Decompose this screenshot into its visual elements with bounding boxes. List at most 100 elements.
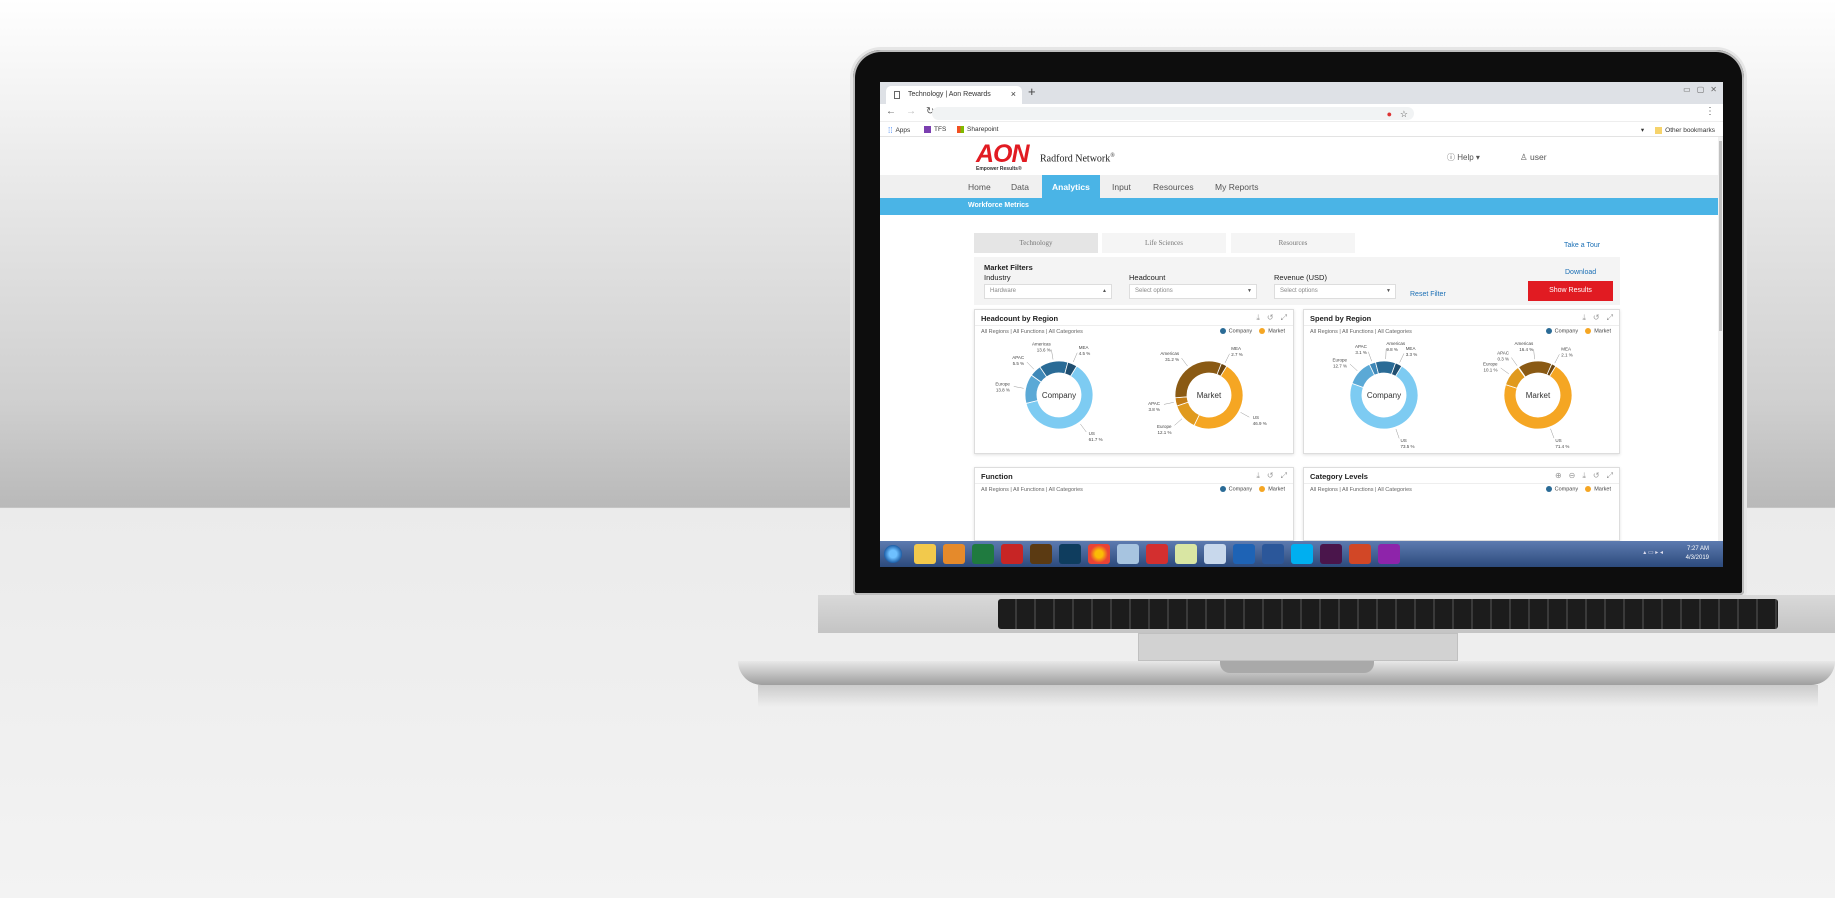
maximize-icon[interactable]: ▢ <box>1697 85 1705 94</box>
download-icon[interactable]: ⤓ <box>1256 471 1260 481</box>
new-tab-button[interactable]: + <box>1028 84 1036 99</box>
label-leader-line <box>1500 367 1509 375</box>
label-leader-line <box>1533 349 1535 360</box>
chart-legend: Company Market <box>1545 486 1611 492</box>
menu-icon[interactable]: ⋮ <box>1705 106 1715 117</box>
app-icon[interactable] <box>1175 544 1197 564</box>
legend-company[interactable]: Company <box>1219 486 1252 492</box>
expand-icon[interactable]: ⤢ <box>1607 471 1613 481</box>
revenue-select[interactable]: Select options ▼ <box>1274 284 1396 299</box>
tab-resources[interactable]: Resources <box>1231 233 1355 253</box>
bookmark-sharepoint[interactable]: Sharepoint <box>957 126 998 133</box>
data-label: 12.7 % <box>1333 363 1347 368</box>
data-label: APAC <box>1355 344 1368 349</box>
workforce-metrics-label[interactable]: Workforce Metrics <box>968 202 1029 209</box>
industry-label: Industry <box>984 273 1011 282</box>
chrome-icon[interactable] <box>1088 544 1110 564</box>
label-leader-line <box>1080 423 1087 433</box>
legend-market[interactable]: Market <box>1585 486 1611 492</box>
back-icon[interactable]: ← <box>886 106 896 117</box>
skype-icon[interactable] <box>1291 544 1313 564</box>
headcount-select[interactable]: Select options ▼ <box>1129 284 1257 299</box>
nav-my-reports[interactable]: My Reports <box>1215 182 1258 192</box>
illustrator-icon[interactable] <box>1030 544 1052 564</box>
start-button[interactable] <box>884 545 902 563</box>
label-leader-line <box>1026 361 1035 370</box>
data-label: Europe <box>995 382 1010 387</box>
label-leader-line <box>1073 352 1078 363</box>
industry-select[interactable]: Hardware ▲ <box>984 284 1112 299</box>
app-icon[interactable] <box>1146 544 1168 564</box>
close-window-icon[interactable]: ✕ <box>1710 85 1717 94</box>
data-label: US <box>1555 438 1561 443</box>
minimize-icon[interactable]: ▭ <box>1683 85 1691 94</box>
expand-icon[interactable]: ⤢ <box>1281 471 1287 481</box>
acrobat-icon[interactable] <box>1001 544 1023 564</box>
app-icon[interactable] <box>1204 544 1226 564</box>
nav-home[interactable]: Home <box>968 182 991 192</box>
label-leader-line <box>1163 402 1174 405</box>
app-icon[interactable] <box>972 544 994 564</box>
download-link[interactable]: Download <box>1565 269 1596 276</box>
data-label: Europe <box>1483 362 1498 367</box>
show-results-button[interactable]: Show Results <box>1528 281 1613 301</box>
system-tray[interactable]: ▴ ▭ ▸ ◂ <box>1643 549 1663 556</box>
address-bar-row: ← → ↻ ● ☆ ⋮ <box>880 104 1723 122</box>
forward-icon[interactable]: → <box>906 106 916 117</box>
undo-icon[interactable]: ↺ <box>1593 471 1600 481</box>
zoom-out-icon[interactable]: ⊖ <box>1569 471 1576 481</box>
legend-company[interactable]: Company <box>1545 486 1578 492</box>
bookmark-apps[interactable]: ⁞⁞ Apps <box>888 126 910 135</box>
keyboard <box>998 599 1778 629</box>
tab-technology[interactable]: Technology <box>974 233 1098 253</box>
word-icon[interactable] <box>1262 544 1284 564</box>
category-levels-panel: Category Levels ⊕ ⊖ ⤓ ↺ ⤢ All Regions | All … <box>1303 467 1620 541</box>
address-input[interactable]: ● ☆ <box>932 107 1414 120</box>
data-label: 31.2 % <box>1165 357 1179 362</box>
donut-slice-europe[interactable] <box>1176 401 1200 427</box>
user-menu[interactable]: ♙ user <box>1520 152 1547 163</box>
take-tour-link[interactable]: Take a Tour <box>1564 242 1600 249</box>
help-menu[interactable]: ⓘ Help ▾ <box>1447 152 1480 163</box>
tab-life-sciences[interactable]: Life Sciences <box>1102 233 1226 253</box>
photoshop-icon[interactable] <box>1059 544 1081 564</box>
extension-icon[interactable]: ● <box>1387 109 1392 119</box>
spend-by-region-panel: Spend by Region ⤓ ↺ ⤢ All Regions | All Fu… <box>1303 309 1620 454</box>
nav-input[interactable]: Input <box>1112 182 1131 192</box>
download-icon[interactable]: ⤓ <box>1582 471 1586 481</box>
reset-filter-link[interactable]: Reset Filter <box>1410 291 1446 298</box>
taskbar-clock[interactable]: 7:27 AM 4/3/2019 <box>1686 545 1709 563</box>
star-icon[interactable]: ☆ <box>1400 109 1408 120</box>
panel-title: Function <box>981 472 1013 481</box>
close-tab-icon[interactable]: × <box>1011 89 1016 99</box>
network-title: Radford Network® <box>1040 153 1115 165</box>
powerpoint-icon[interactable] <box>1349 544 1371 564</box>
zoom-in-icon[interactable]: ⊕ <box>1555 471 1562 481</box>
page-scrollbar[interactable] <box>1718 137 1723 541</box>
app-icon[interactable] <box>1117 544 1139 564</box>
revenue-label: Revenue (USD) <box>1274 273 1327 282</box>
user-icon: ♙ <box>1520 152 1528 162</box>
data-label: APAC <box>1148 401 1161 406</box>
nav-resources[interactable]: Resources <box>1153 182 1194 192</box>
app-icon[interactable] <box>943 544 965 564</box>
label-leader-line <box>1224 353 1230 363</box>
app-icon[interactable] <box>1378 544 1400 564</box>
tfs-icon <box>924 126 931 133</box>
explorer-icon[interactable] <box>914 544 936 564</box>
logo-tagline: Empower Results® <box>976 166 1022 172</box>
aon-logo[interactable]: AON Empower Results® <box>976 142 1030 173</box>
outlook-icon[interactable] <box>1233 544 1255 564</box>
legend-market[interactable]: Market <box>1259 486 1285 492</box>
other-bookmarks[interactable]: ▾ Other bookmarks <box>1641 126 1715 134</box>
undo-icon[interactable]: ↺ <box>1267 471 1274 481</box>
slack-icon[interactable] <box>1320 544 1342 564</box>
data-label: Europe <box>1157 424 1172 429</box>
nav-analytics[interactable]: Analytics <box>1042 175 1100 198</box>
data-label: 3.1 % <box>1355 350 1367 355</box>
browser-tab[interactable]: Technology | Aon Rewards × <box>886 86 1022 104</box>
label-leader-line <box>1240 412 1250 418</box>
data-label: US <box>1401 438 1407 443</box>
bookmark-tfs[interactable]: TFS <box>924 126 946 133</box>
nav-data[interactable]: Data <box>1011 182 1029 192</box>
